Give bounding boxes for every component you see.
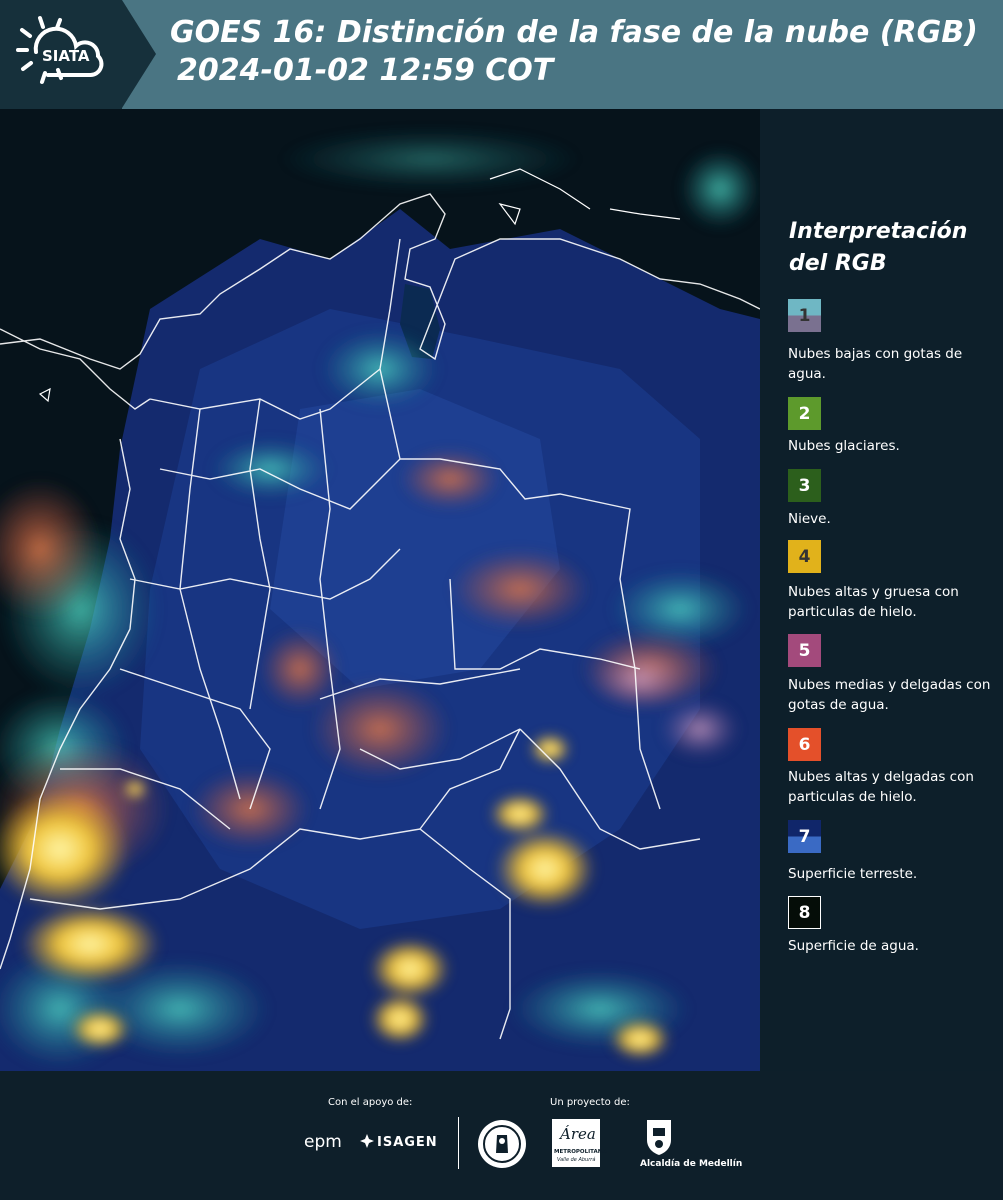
footer-divider bbox=[458, 1117, 459, 1169]
header: SIATA GOES 16: Distinción de la fase de … bbox=[0, 0, 1003, 109]
area-metropolitana-script: Área bbox=[560, 1125, 596, 1143]
legend-swatch-1: 1 bbox=[788, 299, 821, 332]
legend-label-8: Superficie de agua. bbox=[788, 938, 919, 954]
support-label: Con el apoyo de: bbox=[328, 1097, 413, 1108]
alcaldia-logo: Alcaldía de Medellín bbox=[640, 1159, 743, 1169]
title-line-2: 2024-01-02 12:59 COT bbox=[177, 53, 554, 88]
legend-label-2: Nubes glaciares. bbox=[788, 438, 900, 454]
area-metropolitana-line2: Valle de Aburrá bbox=[557, 1157, 596, 1163]
legend-label-7: Superficie terreste. bbox=[788, 866, 918, 882]
legend-swatch-number: 6 bbox=[798, 734, 811, 755]
legend-swatch-number: 5 bbox=[798, 640, 811, 661]
legend-swatch-5: 5 bbox=[788, 634, 821, 667]
legend-swatch-2: 2 bbox=[788, 397, 821, 430]
legend-swatch-number: 7 bbox=[798, 826, 811, 847]
satellite-map bbox=[0, 109, 760, 1071]
project-label: Un proyecto de: bbox=[550, 1097, 630, 1108]
legend-label-1: Nubes bajas con gotas de agua. bbox=[788, 346, 963, 382]
logo-text: SIATA bbox=[42, 47, 90, 65]
university-seal-icon bbox=[478, 1120, 526, 1168]
legend-label-6: Nubes altas y delgadas con particulas de… bbox=[788, 769, 974, 805]
area-metropolitana-line1: METROPOLITANA bbox=[554, 1149, 607, 1155]
legend-panel: Interpretación del RGB 1 Nubes bajas con… bbox=[760, 109, 1003, 1071]
legend-swatch-number: 2 bbox=[798, 403, 811, 424]
legend-swatch-number: 1 bbox=[798, 305, 811, 326]
area-metropolitana-logo: Área METROPOLITANA Valle de Aburrá bbox=[552, 1119, 607, 1167]
legend-swatch-number: 3 bbox=[798, 475, 811, 496]
footer: Con el apoyo de: Un proyecto de: epm ISA… bbox=[0, 1071, 1003, 1200]
legend-label-5: Nubes medias y delgadas con gotas de agu… bbox=[788, 677, 991, 713]
legend-swatch-6: 6 bbox=[788, 728, 821, 761]
legend-label-4: Nubes altas y gruesa con particulas de h… bbox=[788, 584, 959, 620]
page-title: GOES 16: Distinción de la fase de la nub… bbox=[170, 14, 978, 90]
satellite-image bbox=[0, 109, 760, 1071]
legend-title-line-1: Interpretación bbox=[789, 219, 968, 244]
legend-swatch-number: 8 bbox=[798, 902, 811, 923]
legend-label-3: Nieve. bbox=[788, 511, 831, 527]
legend-title: Interpretación del RGB bbox=[789, 216, 967, 280]
medellin-shield-icon bbox=[647, 1120, 671, 1155]
logo-box: SIATA bbox=[0, 0, 122, 109]
epm-logo: epm bbox=[304, 1132, 342, 1152]
isagen-mark-icon bbox=[360, 1134, 374, 1148]
legend-swatch-4: 4 bbox=[788, 540, 821, 573]
title-line-1: GOES 16: Distinción de la fase de la nub… bbox=[170, 15, 978, 50]
legend-swatch-number: 4 bbox=[798, 546, 811, 567]
isagen-logo: ISAGEN bbox=[377, 1135, 438, 1150]
legend-swatch-3: 3 bbox=[788, 469, 821, 502]
legend-title-line-2: del RGB bbox=[789, 251, 887, 276]
legend-swatch-8: 8 bbox=[788, 896, 821, 929]
legend-swatch-7: 7 bbox=[788, 820, 821, 853]
logo-arrow bbox=[122, 0, 156, 108]
